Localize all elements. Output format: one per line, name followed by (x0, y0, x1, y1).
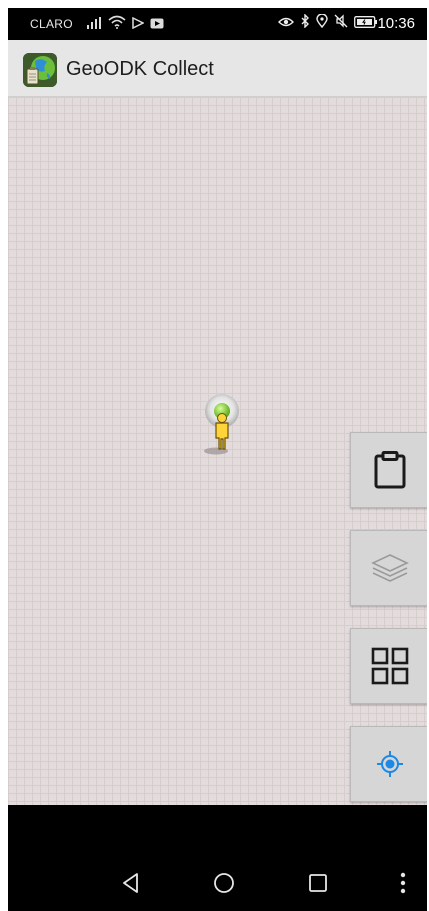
crosshair-location-icon (376, 751, 403, 777)
bluetooth-icon (300, 13, 310, 33)
menu-dots-icon (400, 872, 406, 894)
clipboard-button[interactable] (350, 432, 427, 508)
clipboard-icon (374, 451, 405, 489)
my-location-button[interactable] (350, 726, 427, 802)
media-icon (132, 16, 145, 34)
menu-button[interactable] (383, 863, 423, 903)
status-icons-left (86, 15, 164, 34)
phone-screen: CLARO 10:36 GeoODK Collect (8, 8, 427, 911)
clock: 10:36 (377, 15, 415, 32)
mute-icon (334, 14, 348, 33)
status-icons-right (278, 13, 378, 33)
wifi-icon (108, 15, 126, 34)
back-button[interactable] (111, 863, 151, 903)
battery-icon (354, 15, 378, 33)
geoodk-logo-icon (23, 53, 57, 87)
back-icon (123, 873, 138, 893)
carrier-label: CLARO (30, 17, 73, 31)
recents-icon (309, 874, 327, 892)
navigation-bar (8, 853, 427, 911)
app-title: GeoODK Collect (66, 58, 214, 80)
home-icon (214, 873, 234, 893)
grid-button[interactable] (350, 628, 427, 704)
recents-button[interactable] (298, 863, 338, 903)
grid-icon (371, 647, 408, 685)
person-location-marker-icon (196, 393, 242, 457)
layers-icon (370, 554, 409, 582)
youtube-icon (150, 16, 164, 34)
signal-icon (86, 16, 102, 34)
bottom-spacer (8, 805, 427, 853)
app-bar: GeoODK Collect (8, 40, 427, 97)
location-icon (316, 13, 328, 33)
eye-icon (278, 15, 294, 33)
home-button[interactable] (204, 863, 244, 903)
status-bar: CLARO 10:36 (8, 8, 427, 40)
layers-button[interactable] (350, 530, 427, 606)
map-view[interactable] (8, 97, 427, 805)
